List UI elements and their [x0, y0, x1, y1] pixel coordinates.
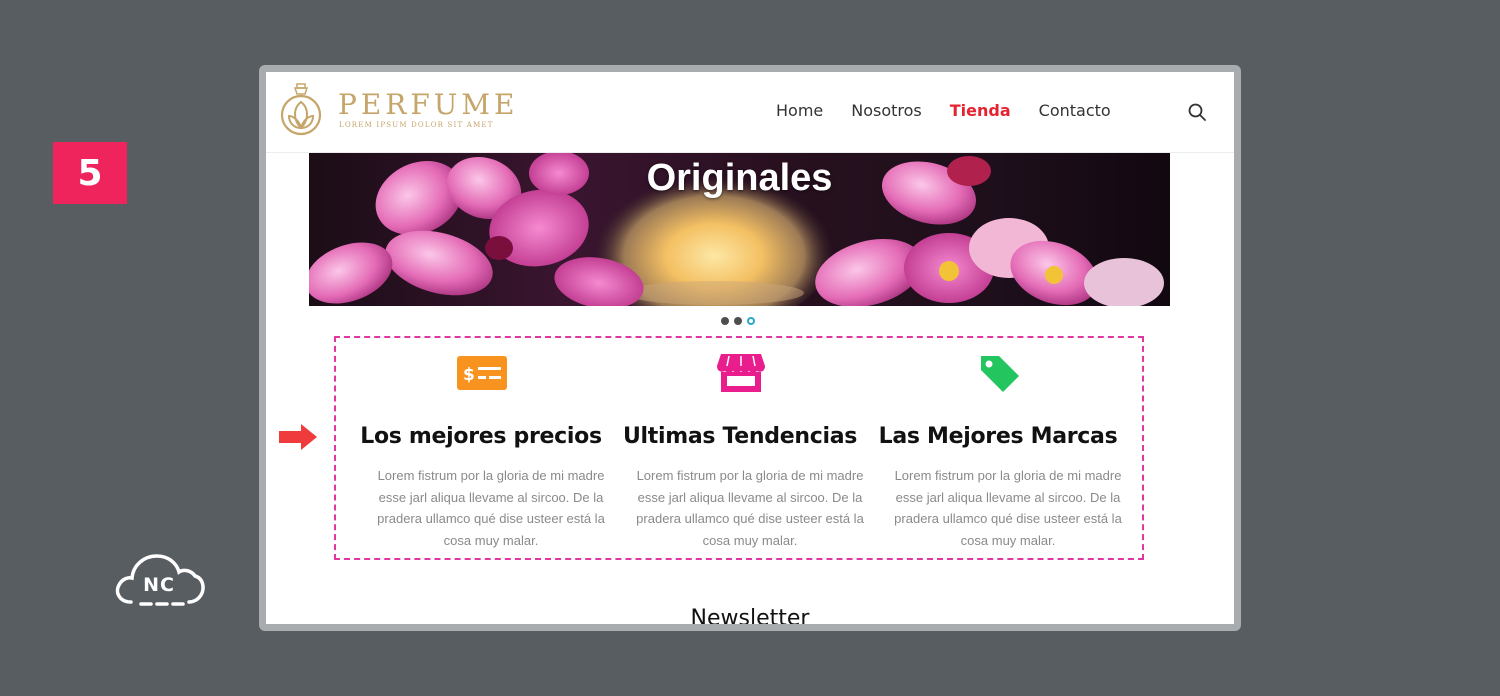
main-navigation: Home Nosotros Tienda Contacto — [776, 101, 1139, 120]
svg-text:$: $ — [463, 365, 475, 385]
carousel-dot-1[interactable] — [721, 317, 729, 325]
perfume-emblem-icon[interactable] — [279, 82, 323, 138]
storefront-icon — [717, 354, 765, 392]
nav-item-home[interactable]: Home — [776, 101, 823, 120]
tag-icon — [981, 356, 1019, 392]
feature-text-trends: Lorem fistrum por la gloria de mi madre … — [636, 468, 864, 548]
price-tag-card-icon: $ — [457, 356, 507, 390]
website-page: PERFUME LOREM IPSUM DOLOR SIT AMET Home … — [266, 72, 1234, 624]
step-number-badge: 5 — [53, 142, 127, 204]
nav-item-contacto[interactable]: Contacto — [1039, 101, 1111, 120]
nc-cloud-logo: NC — [113, 550, 205, 610]
nc-logo-text: NC — [143, 574, 175, 596]
feature-text-brands: Lorem fistrum por la gloria de mi madre … — [894, 468, 1122, 548]
feature-title-trends: Ultimas Tendencias — [622, 424, 858, 449]
search-icon[interactable] — [1187, 102, 1207, 122]
brand-name[interactable]: PERFUME — [338, 88, 519, 121]
hero-title: Originales — [646, 157, 833, 199]
brand-tagline: LOREM IPSUM DOLOR SIT AMET — [339, 121, 494, 129]
hero-banner: Originales — [309, 153, 1170, 306]
features-section: $ Los mejores precios Lorem fistrum por … — [334, 336, 1144, 560]
pointer-arrow-icon — [279, 424, 317, 450]
carousel-dot-3[interactable] — [747, 317, 755, 325]
feature-title-prices: Los mejores precios — [360, 424, 602, 449]
carousel-dots — [721, 317, 755, 325]
carousel-dot-2[interactable] — [734, 317, 742, 325]
feature-text-prices: Lorem fistrum por la gloria de mi madre … — [377, 468, 605, 548]
newsletter-heading: Newsletter — [690, 606, 810, 624]
site-header: PERFUME LOREM IPSUM DOLOR SIT AMET Home … — [266, 72, 1234, 153]
nav-item-tienda[interactable]: Tienda — [950, 101, 1011, 120]
feature-title-brands: Las Mejores Marcas — [878, 424, 1118, 449]
browser-frame: PERFUME LOREM IPSUM DOLOR SIT AMET Home … — [259, 65, 1241, 631]
nav-item-nosotros[interactable]: Nosotros — [851, 101, 922, 120]
